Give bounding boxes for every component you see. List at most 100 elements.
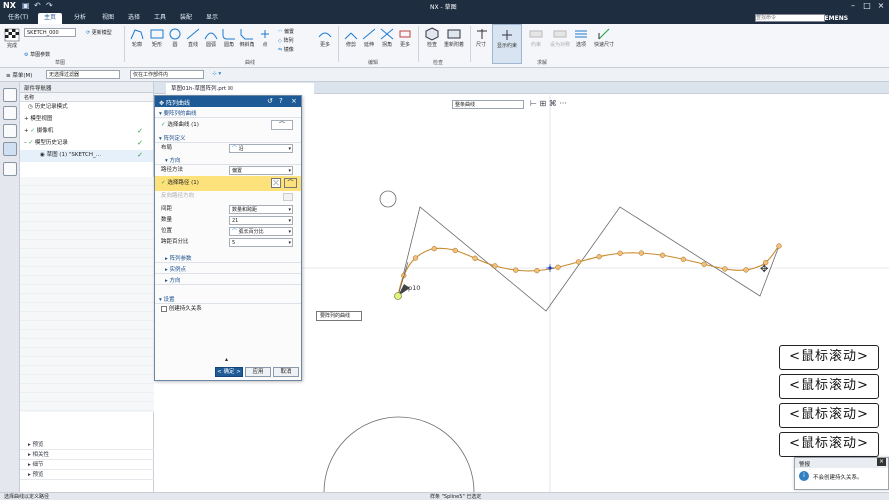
section-orientation[interactable]: ▸ 方向 bbox=[155, 274, 301, 285]
layout-select[interactable]: ⌒ 沿 ▾ bbox=[229, 144, 293, 153]
tab-view[interactable]: 视图 bbox=[96, 13, 120, 24]
reattach-button[interactable]: 重新附着 bbox=[444, 27, 464, 48]
pattern-instance-point[interactable] bbox=[513, 267, 519, 273]
profile-button[interactable]: 轮廓 bbox=[128, 27, 146, 48]
section-instance-points[interactable]: ▸ 实例点 bbox=[155, 263, 301, 274]
more-curve-button[interactable]: 更多 bbox=[316, 27, 334, 48]
dimension-button[interactable]: 尺寸 bbox=[474, 27, 488, 48]
tab-select[interactable]: 选择 bbox=[122, 13, 146, 24]
offset-button[interactable]: ◠ 偏置 bbox=[278, 28, 294, 37]
minimize-icon[interactable]: – bbox=[846, 0, 860, 12]
panel-preview-2[interactable]: ▸ 预览 bbox=[20, 470, 154, 480]
more-edit-button[interactable]: 更多 bbox=[396, 27, 414, 48]
pattern-instance-point[interactable] bbox=[596, 254, 602, 260]
pattern-instance-point[interactable] bbox=[722, 266, 728, 272]
rectangle-button[interactable]: 矩形 bbox=[148, 27, 166, 48]
undo-icon[interactable]: ↶ bbox=[34, 1, 41, 10]
select-curve-row[interactable]: ✓ 选择曲线 (1) ⌒ bbox=[155, 118, 301, 132]
cancel-button[interactable]: 取消 bbox=[273, 367, 299, 377]
tab-display[interactable]: 显示 bbox=[200, 13, 224, 24]
history-icon[interactable] bbox=[3, 106, 17, 120]
assembly-navigator-icon[interactable] bbox=[3, 124, 17, 138]
corner-button[interactable]: 拐角 bbox=[378, 27, 396, 48]
arrayed-spline-curve[interactable] bbox=[397, 245, 780, 297]
curve-select-icon[interactable]: ⌒ bbox=[271, 120, 293, 130]
more-icon[interactable]: ··· bbox=[559, 99, 567, 108]
trim-button[interactable]: 修剪 bbox=[342, 27, 360, 48]
snap-icon[interactable]: ⊹ ▾ bbox=[212, 71, 221, 77]
selection-scope-select[interactable]: 仅在工作部件内 bbox=[130, 70, 204, 79]
tab-home[interactable]: 主页 bbox=[38, 13, 63, 24]
section-pattern-definition[interactable]: ▾ 阵列定义 bbox=[155, 132, 301, 143]
tab-tools[interactable]: 工具 bbox=[148, 13, 172, 24]
arc-button[interactable]: 圆弧 bbox=[202, 27, 220, 48]
symmetric-button[interactable]: 设为对称 bbox=[550, 27, 570, 48]
snap-toolbar[interactable]: ⊢ ⊞ ⌘ ··· bbox=[530, 99, 567, 108]
selection-filter-select[interactable]: 无选择过滤器 bbox=[46, 70, 120, 79]
panel-dependencies[interactable]: ▸ 相关性 bbox=[20, 450, 154, 460]
grid-icon[interactable]: ⊞ bbox=[540, 99, 547, 108]
curve-select-icon[interactable]: ⌒ bbox=[284, 178, 297, 188]
tab-assembly[interactable]: 装配 bbox=[174, 13, 198, 24]
update-model-button[interactable]: ⟳ 更新模型 bbox=[86, 29, 112, 36]
check-button[interactable]: 检查 bbox=[422, 27, 442, 48]
command-search-input[interactable] bbox=[755, 14, 825, 22]
snap-icon[interactable]: ⊢ bbox=[530, 99, 537, 108]
finish-sketch-button[interactable]: 完成 bbox=[4, 28, 20, 49]
close-icon[interactable]: × bbox=[291, 97, 297, 105]
show-constraints-button[interactable]: 显示约束 bbox=[492, 24, 522, 64]
tree-item[interactable]: – ✓ 模型历史记录 ✓ bbox=[20, 138, 153, 150]
section-settings[interactable]: ▾ 设置 bbox=[155, 293, 301, 304]
extend-button[interactable]: 延伸 bbox=[360, 27, 378, 48]
tree-item[interactable]: ◷ 历史记录模式 bbox=[20, 102, 153, 114]
panel-details[interactable]: ▸ 细节 bbox=[20, 460, 154, 470]
maximize-icon[interactable]: □ bbox=[860, 0, 874, 12]
pattern-instance-point[interactable] bbox=[701, 261, 707, 267]
chamfer-button[interactable]: 倒斜角 bbox=[238, 27, 256, 48]
close-icon[interactable]: × bbox=[877, 458, 886, 466]
pattern-instance-point[interactable] bbox=[412, 255, 419, 261]
pattern-button[interactable]: ◇ 阵列 bbox=[278, 37, 294, 46]
pattern-instance-point[interactable] bbox=[555, 264, 561, 270]
pattern-instance-point[interactable] bbox=[534, 267, 540, 274]
pattern-instance-point[interactable] bbox=[659, 252, 666, 258]
large-circle-arc[interactable] bbox=[323, 416, 475, 492]
redo-icon[interactable]: ↷ bbox=[46, 1, 53, 10]
pattern-instance-point[interactable] bbox=[617, 250, 623, 256]
node-icon[interactable]: ⌘ bbox=[549, 99, 557, 108]
curve-rule-select[interactable]: 整条曲线 bbox=[452, 100, 524, 109]
pattern-instance-point[interactable] bbox=[431, 246, 437, 252]
fillet-button[interactable]: 圆角 bbox=[220, 27, 238, 48]
quick-dimension-button[interactable]: 快速尺寸 bbox=[592, 27, 616, 48]
pattern-instance-point[interactable] bbox=[452, 247, 458, 254]
create-assoc-row[interactable]: 创建持久关系 bbox=[155, 304, 301, 315]
pattern-instance-point[interactable] bbox=[492, 263, 498, 269]
close-icon[interactable]: × bbox=[874, 0, 888, 12]
reset-icon[interactable]: ↺ bbox=[267, 97, 273, 105]
section-pattern-params[interactable]: ▸ 阵列参数 bbox=[155, 252, 301, 263]
tree-item[interactable]: + ✓ 摄像机 ✓ bbox=[20, 126, 153, 138]
reverse-icon[interactable]: ⤫ bbox=[271, 178, 281, 188]
position-select[interactable]: ⌒ 弧长百分比 ▾ bbox=[229, 227, 293, 236]
tree-item-sketch[interactable]: ◉ 草图 (1) "SKETCH_... ✓ bbox=[20, 150, 153, 162]
spacing-select[interactable]: 数量和跨距 ▾ bbox=[229, 205, 293, 214]
save-icon[interactable]: ▣ bbox=[22, 1, 30, 10]
point-button[interactable]: 点 bbox=[256, 27, 274, 48]
options-button[interactable]: 选项 bbox=[572, 27, 590, 48]
apply-button[interactable]: 应用 bbox=[245, 367, 271, 377]
settings-icon[interactable] bbox=[3, 88, 17, 102]
help-icon[interactable]: ? bbox=[279, 97, 283, 105]
reuse-library-icon[interactable] bbox=[3, 162, 17, 176]
span-percent-input[interactable]: 5 ▾ bbox=[229, 238, 293, 247]
ok-button[interactable]: < 确定 > bbox=[215, 367, 243, 377]
sketch-name-select[interactable]: SKETCH_000 bbox=[24, 28, 76, 37]
select-path-row[interactable]: ✓ 选择路径 (1) ⤫ ⌒ bbox=[155, 176, 301, 191]
pattern-instance-point[interactable] bbox=[575, 259, 582, 265]
dimension-label[interactable]: p10 bbox=[408, 284, 420, 292]
tab-analysis[interactable]: 分析 bbox=[68, 13, 92, 24]
tree-item[interactable]: + 模型视图 bbox=[20, 114, 153, 126]
panel-preview[interactable]: ▸ 预览 bbox=[20, 440, 154, 450]
section-direction[interactable]: ▾ 方向 bbox=[155, 154, 301, 165]
pattern-instance-point[interactable] bbox=[743, 267, 749, 273]
pattern-instance-point[interactable] bbox=[680, 256, 687, 262]
